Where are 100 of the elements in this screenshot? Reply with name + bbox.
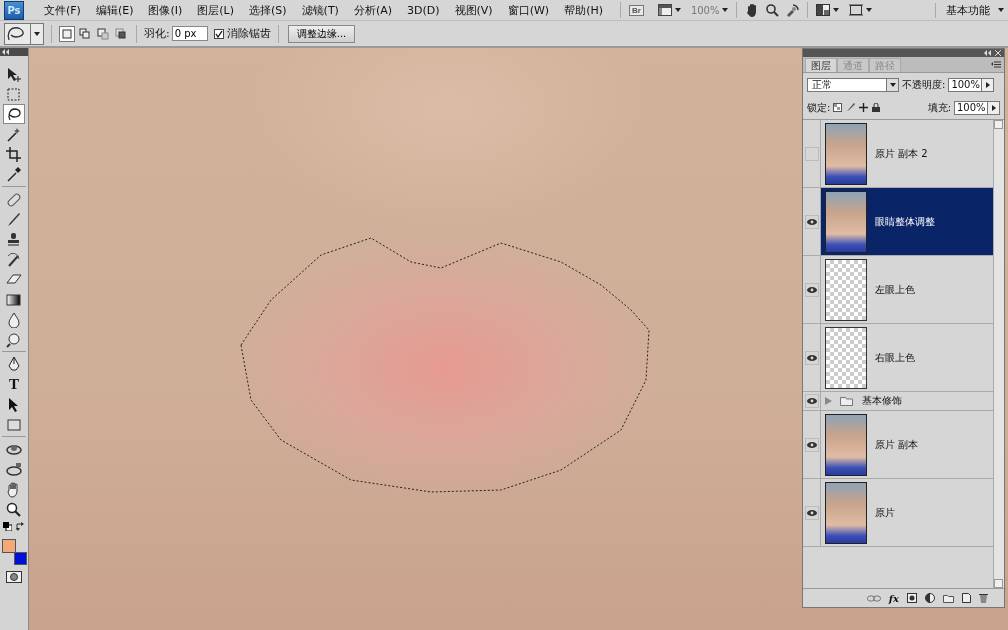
selection-mode-button[interactable] <box>59 25 75 42</box>
antialias-checkbox[interactable] <box>213 28 224 39</box>
eye-icon <box>806 398 817 404</box>
visibility-toggle[interactable] <box>804 437 819 452</box>
layer-name: 基本修饰 <box>862 394 902 408</box>
layer-row[interactable]: 原片 副本 <box>803 411 993 479</box>
dashed-rectangle-icon <box>5 85 23 103</box>
feather-label: 羽化: <box>144 26 170 41</box>
brush-icon <box>5 210 23 228</box>
tool-button[interactable]: T <box>3 374 25 394</box>
quick-mask-icon[interactable] <box>6 571 22 583</box>
layer-row[interactable]: 原片 副本 2 <box>803 120 993 188</box>
menu-item[interactable]: 编辑(E) <box>89 2 140 18</box>
lasso-icon <box>5 105 23 123</box>
transparent-thumbnail <box>825 326 867 389</box>
visibility-toggle[interactable] <box>804 214 819 229</box>
layer-name: 原片 副本 2 <box>875 146 928 161</box>
refine-edge-button[interactable]: 调整边缘... <box>287 24 356 43</box>
workspace-switcher[interactable]: 基本功能 <box>935 2 1004 18</box>
eye-icon <box>806 218 817 225</box>
new-selection-icon <box>61 27 73 40</box>
caret-icon <box>722 8 729 12</box>
screen-mode-button[interactable] <box>849 4 873 16</box>
zoom-icon <box>5 500 23 518</box>
orbit-3d-icon <box>5 460 23 478</box>
move-arrows-icon[interactable] <box>859 103 869 112</box>
opacity-field[interactable]: 100% <box>948 77 995 92</box>
menu-item[interactable]: 窗口(W) <box>501 2 556 18</box>
eyedropper-icon <box>5 165 23 183</box>
rotate-view-icon[interactable] <box>785 3 800 17</box>
link-icon[interactable] <box>866 594 881 602</box>
menu-item[interactable]: 视图(V) <box>448 2 499 18</box>
half-circle-icon[interactable] <box>925 593 935 603</box>
visibility-toggle[interactable] <box>804 282 819 297</box>
close-icon[interactable] <box>995 50 1001 56</box>
menu-item[interactable]: 文件(F) <box>38 2 87 18</box>
default-colors-icon[interactable] <box>3 522 12 531</box>
screen-icon <box>849 4 864 16</box>
layer-name: 右眼上色 <box>875 350 915 365</box>
selection-mode-button[interactable] <box>95 25 111 42</box>
swap-colors-icon[interactable] <box>16 522 25 531</box>
caret-icon <box>34 31 40 36</box>
check-icon <box>214 29 223 38</box>
visibility-toggle[interactable] <box>804 146 819 161</box>
drop-icon <box>5 310 23 328</box>
caret-icon <box>866 8 873 12</box>
folder-icon[interactable] <box>943 593 954 603</box>
panel-menu-icon[interactable] <box>991 61 1001 68</box>
layer-name: 眼睛整体调整 <box>875 214 935 229</box>
visibility-toggle[interactable] <box>804 350 819 365</box>
mask-icon[interactable] <box>907 593 917 603</box>
layer-name: 原片 副本 <box>875 437 919 452</box>
selection-mode-button[interactable] <box>113 25 129 42</box>
arrange-documents-button[interactable] <box>816 4 840 16</box>
subtract-selection-icon <box>97 27 109 40</box>
layer-name: 左眼上色 <box>875 282 915 297</box>
layout-icon <box>816 4 831 16</box>
selection-mode-button[interactable] <box>77 25 93 42</box>
tool-button[interactable] <box>3 104 25 124</box>
menu-item[interactable]: 帮助(H) <box>558 2 609 18</box>
intersect-selection-icon <box>115 27 127 40</box>
menu-item[interactable]: 图像(I) <box>142 2 189 18</box>
eye-icon <box>806 286 817 293</box>
blend-mode-dropdown[interactable]: 正常 <box>807 77 899 92</box>
fill-field[interactable]: 100% <box>954 100 1000 115</box>
zoom-icon[interactable] <box>765 3 780 17</box>
triangle-right-icon <box>991 104 996 111</box>
menu-item[interactable]: 3D(D) <box>401 3 446 17</box>
layer-row[interactable]: 基本修饰 <box>803 392 993 411</box>
tool-preset-picker[interactable] <box>4 22 44 45</box>
foreground-color-swatch[interactable] <box>2 539 16 553</box>
triangle-right-icon <box>985 81 990 88</box>
menu-item[interactable]: 滤镜(T) <box>295 2 345 18</box>
opacity-label: 不透明度: <box>902 77 946 92</box>
scrollbar[interactable] <box>993 120 1004 588</box>
new-page-icon[interactable] <box>962 593 971 603</box>
layer-style-button[interactable]: fx <box>888 592 899 604</box>
layer-row[interactable]: 右眼上色 <box>803 324 993 392</box>
trash-icon[interactable] <box>979 593 988 603</box>
lock-label: 锁定: <box>807 100 831 115</box>
app-logo[interactable]: Ps <box>4 0 24 20</box>
checkerboard-icon[interactable] <box>833 103 843 112</box>
menu-item[interactable]: 分析(A) <box>347 2 398 18</box>
bridge-button[interactable]: Br <box>629 4 644 16</box>
eye-icon <box>806 441 817 448</box>
zoom-level: 100% <box>690 4 720 16</box>
crop-icon <box>5 145 23 163</box>
menu-item[interactable]: 选择(S) <box>243 2 293 18</box>
layer-row[interactable]: 原片 <box>803 479 993 547</box>
padlock-icon[interactable] <box>872 103 881 112</box>
visibility-toggle[interactable] <box>804 394 819 408</box>
feather-input[interactable]: 0 px <box>171 26 208 41</box>
brush-icon[interactable] <box>846 103 856 112</box>
view-extras-button[interactable] <box>657 4 681 16</box>
visibility-toggle[interactable] <box>804 505 819 520</box>
layer-row[interactable]: 左眼上色 <box>803 256 993 324</box>
background-color-swatch[interactable] <box>14 552 27 565</box>
panel-tab[interactable]: 图层 <box>805 58 837 72</box>
menu-item[interactable]: 图层(L) <box>191 2 240 18</box>
type-tool-glyph: T <box>9 375 19 393</box>
